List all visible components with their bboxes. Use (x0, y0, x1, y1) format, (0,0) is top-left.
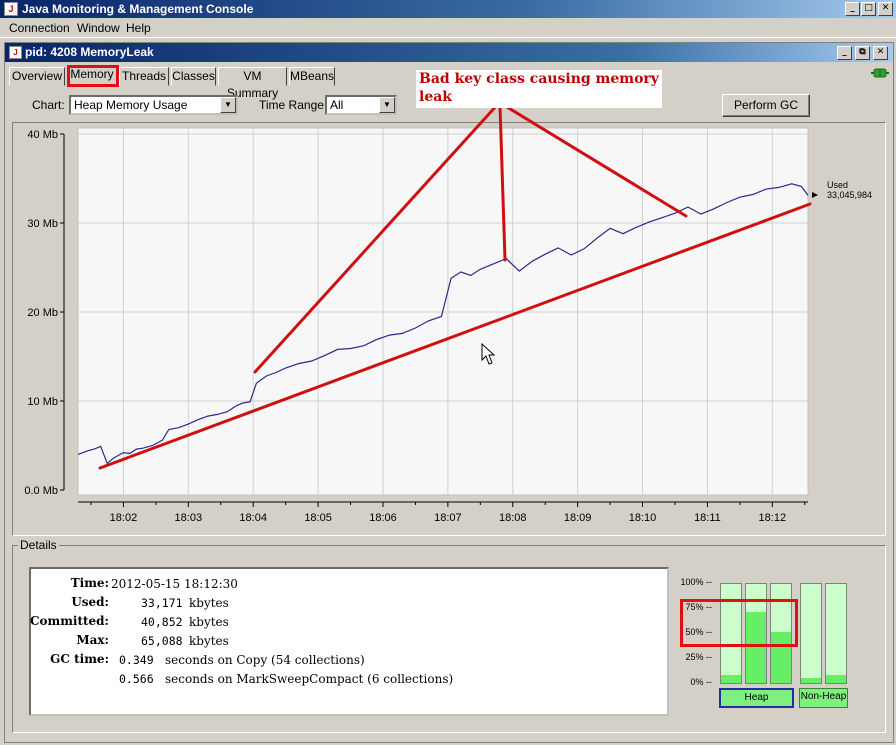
details-legend: Details (18, 538, 59, 552)
heap-bars-highlight (680, 599, 798, 647)
x-tick-label: 18:11 (694, 512, 721, 524)
x-tick-label: 18:09 (564, 512, 592, 524)
y-tick-label: 20 Mb (27, 307, 58, 319)
y-tick-label: 10 Mb (27, 396, 58, 408)
detail-max-unit: kbytes (189, 634, 229, 648)
detail-row-used: Used: (71, 595, 109, 609)
y-tick-label: 0.0 Mb (24, 485, 58, 497)
detail-committed-value: 40,852 (141, 615, 183, 629)
y-tick-label: 40 Mb (27, 129, 58, 141)
x-tick-label: 18:02 (110, 512, 138, 524)
y-axis: 40 Mb 30 Mb 20 Mb 10 Mb 0.0 Mb (24, 129, 65, 497)
non-heap-pool-fill (801, 678, 821, 683)
detail-used-value: 33,171 (141, 596, 183, 610)
x-tick-label: 18:07 (434, 512, 462, 524)
non-heap-label-button[interactable]: Non-Heap (799, 688, 848, 708)
x-tick-label: 18:10 (629, 512, 657, 524)
detail-row-time: Time: (70, 576, 109, 590)
current-value: 33,045,984 (827, 190, 872, 200)
non-heap-pool-bar[interactable] (800, 583, 822, 684)
x-tick-label: 18:05 (304, 512, 332, 524)
x-tick-label: 18:08 (499, 512, 527, 524)
details-info-box: Time: 2012-05-15 18:12:30 Used: 33,171 k… (29, 567, 669, 716)
x-tick-label: 18:12 (759, 512, 787, 524)
y-tick-label: 30 Mb (27, 218, 58, 230)
x-tick-label: 18:06 (369, 512, 397, 524)
detail-gc-copy-value: 0.349 (119, 653, 154, 667)
detail-gc-marksweep-unit: seconds on MarkSweepCompact (6 collectio… (165, 672, 454, 686)
detail-used-unit: kbytes (189, 596, 229, 610)
current-label: Used (827, 180, 848, 190)
heap-pool-fill (721, 675, 741, 683)
detail-row-committed: Committed: (29, 614, 109, 628)
detail-row-gc-time: GC time: (50, 652, 109, 666)
detail-time-value: 2012-05-15 18:12:30 (111, 577, 238, 591)
x-tick-label: 18:04 (239, 512, 267, 524)
detail-gc-marksweep-value: 0.566 (119, 672, 154, 686)
detail-row-max: Max: (76, 633, 109, 647)
heap-label-button[interactable]: Heap (719, 688, 794, 708)
pct-label-100: 100% -- (680, 577, 712, 587)
detail-max-value: 65,088 (141, 634, 183, 648)
annotation-callout: Bad key class causing memory leak (416, 70, 662, 108)
x-tick-label: 18:03 (175, 512, 203, 524)
detail-gc-copy-unit: seconds on Copy (54 collections) (165, 653, 365, 667)
current-value-marker (812, 192, 818, 198)
pct-label-0: 0% -- (690, 677, 712, 687)
non-heap-pool-bar[interactable] (825, 583, 847, 684)
non-heap-pool-fill (826, 675, 846, 683)
detail-committed-unit: kbytes (189, 615, 229, 629)
pct-label-25: 25% -- (685, 652, 712, 662)
x-axis: 18:02 18:03 18:04 18:05 18:06 18:07 18:08 18:09… (78, 501, 808, 524)
